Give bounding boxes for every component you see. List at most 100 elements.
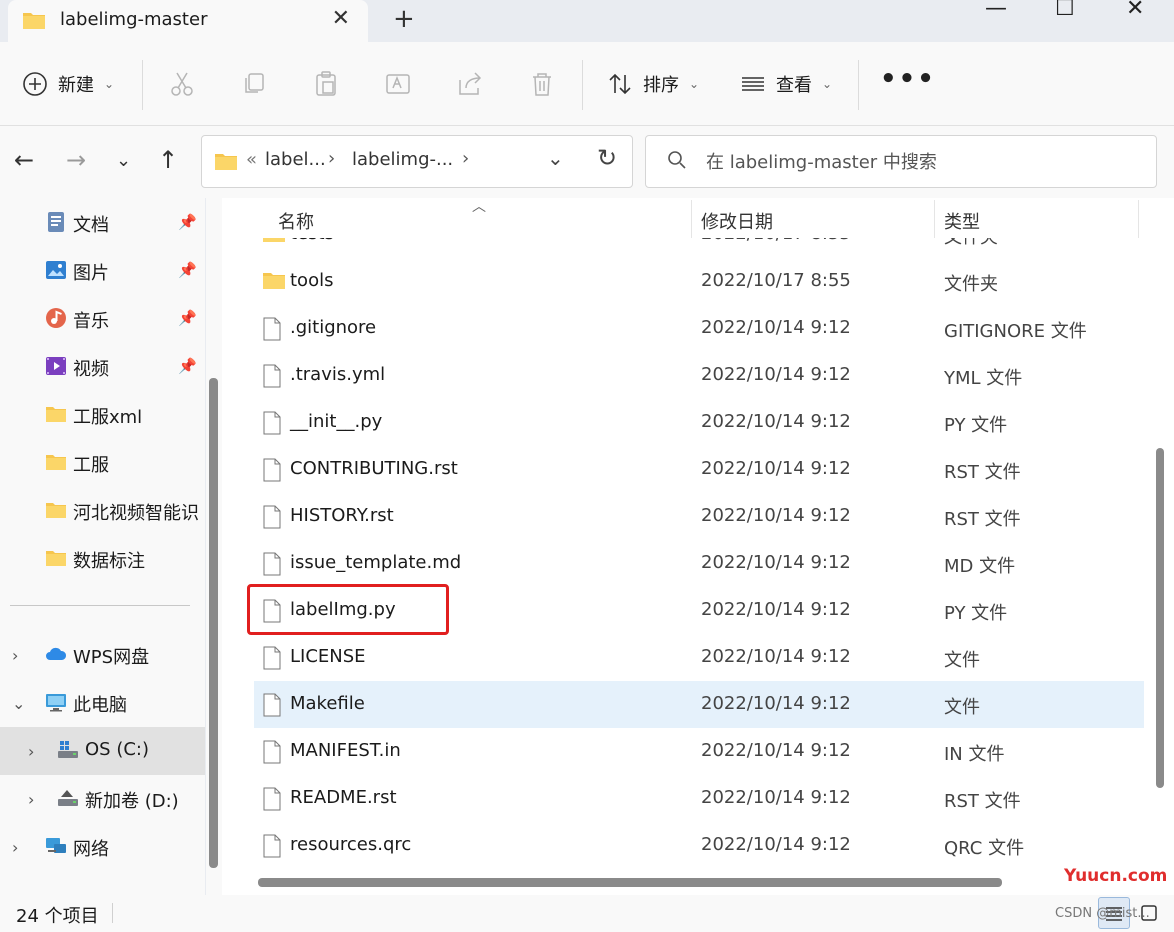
column-divider[interactable]	[934, 200, 935, 238]
file-modified-date: 2022/10/14 9:12	[701, 411, 851, 432]
address-dropdown-icon[interactable]: ⌄	[547, 146, 564, 170]
sidebar-item-folder[interactable]: 工服xml	[0, 391, 205, 439]
file-name: LICENSE	[290, 646, 366, 667]
file-icon	[262, 411, 282, 440]
chevron-right-icon[interactable]: ›	[328, 148, 335, 169]
close-window-button[interactable]: ✕	[1126, 0, 1144, 21]
folder-icon	[46, 503, 66, 518]
sidebar-item-folder[interactable]: 数据标注	[0, 535, 205, 583]
sidebar-item-label: 新加卷 (D:)	[85, 791, 179, 812]
toolbar-divider	[858, 60, 859, 110]
breadcrumb-item[interactable]: labelimg-...	[352, 149, 453, 170]
column-divider[interactable]	[691, 200, 692, 238]
file-row[interactable]: Makefile 2022/10/14 9:12 文件	[254, 681, 1144, 728]
sidebar-item-documents[interactable]: 文档 📌	[0, 199, 205, 247]
pin-icon[interactable]: 📌	[178, 261, 197, 279]
recent-locations-icon[interactable]: ⌄	[116, 150, 131, 171]
scrollbar-thumb[interactable]	[258, 878, 1002, 887]
minimize-button[interactable]: —	[985, 0, 1007, 21]
file-modified-date: 2022/10/14 9:12	[701, 740, 851, 761]
sidebar-item-label: 图片	[73, 263, 109, 284]
window-tab[interactable]: labelimg-master ✕	[8, 0, 368, 42]
breadcrumb-item[interactable]: label...	[265, 149, 326, 170]
close-tab-icon[interactable]: ✕	[332, 6, 350, 31]
file-type: RST 文件	[944, 462, 1021, 483]
title-bar: labelimg-master ✕ + — ☐ ✕	[0, 0, 1174, 42]
forward-arrow-icon[interactable]: →	[66, 146, 86, 174]
chevron-right-icon[interactable]: ›	[12, 646, 18, 665]
folder-icon	[46, 551, 66, 566]
sidebar-item-folder[interactable]: 河北视频智能识	[0, 487, 205, 535]
file-row[interactable]: MANIFEST.in 2022/10/14 9:12 IN 文件	[254, 728, 1144, 775]
chevron-right-icon[interactable]: ›	[28, 742, 34, 761]
refresh-icon[interactable]: ↻	[597, 144, 617, 172]
file-icon	[262, 740, 282, 769]
file-icon	[262, 693, 282, 722]
rename-icon[interactable]	[384, 70, 412, 98]
sidebar-item-drive-d[interactable]: › 新加卷 (D:)	[0, 775, 205, 823]
column-divider[interactable]	[1138, 200, 1139, 238]
file-row[interactable]: __init__.py 2022/10/14 9:12 PY 文件	[254, 399, 1144, 446]
scrollbar-thumb[interactable]	[209, 378, 218, 868]
file-row[interactable]: resources.qrc 2022/10/14 9:12 QRC 文件	[254, 822, 1144, 869]
sidebar-item-this-pc[interactable]: ⌄ 此电脑	[0, 679, 205, 727]
sidebar-item-folder[interactable]: 工服	[0, 439, 205, 487]
horizontal-scrollbar[interactable]	[252, 874, 1152, 892]
new-tab-button[interactable]: +	[393, 4, 415, 34]
vertical-scrollbar[interactable]	[1152, 238, 1170, 878]
file-icon	[262, 787, 282, 816]
pin-icon[interactable]: 📌	[178, 309, 197, 327]
sidebar-scrollbar[interactable]	[206, 198, 222, 895]
sidebar-item-drive-c[interactable]: › OS (C:)	[0, 727, 205, 775]
column-type[interactable]: 类型	[944, 208, 980, 234]
file-row[interactable]: .gitignore 2022/10/14 9:12 GITIGNORE 文件	[254, 305, 1144, 352]
chevron-right-icon[interactable]: ›	[12, 838, 18, 857]
share-icon[interactable]	[456, 70, 484, 98]
sidebar-item-network[interactable]: › 网络	[0, 823, 205, 871]
file-row[interactable]: CONTRIBUTING.rst 2022/10/14 9:12 RST 文件	[254, 446, 1144, 493]
status-bar: 24 个项目	[0, 895, 1174, 932]
more-options-icon[interactable]: •••	[880, 64, 936, 94]
cut-icon[interactable]	[168, 70, 196, 98]
file-row[interactable]: .travis.yml 2022/10/14 9:12 YML 文件	[254, 352, 1144, 399]
pin-icon[interactable]: 📌	[178, 213, 197, 231]
maximize-button[interactable]: ☐	[1055, 0, 1075, 21]
sidebar-item-wps-drive[interactable]: › WPS网盘	[0, 631, 205, 679]
column-name[interactable]: 名称	[278, 208, 314, 234]
sidebar-item-music[interactable]: 音乐 📌	[0, 295, 205, 343]
new-button[interactable]: 新建 ⌄	[22, 42, 114, 126]
sidebar-item-label: WPS网盘	[73, 647, 150, 668]
chevron-right-icon[interactable]: ›	[462, 148, 469, 169]
up-arrow-icon[interactable]: ↑	[158, 146, 178, 174]
view-button[interactable]: 查看 ⌄	[740, 42, 832, 126]
scrollbar-thumb[interactable]	[1156, 448, 1164, 788]
file-row[interactable]: HISTORY.rst 2022/10/14 9:12 RST 文件	[254, 493, 1144, 540]
folder-icon	[46, 455, 66, 470]
delete-icon[interactable]	[528, 70, 556, 98]
navigation-pane: 文档 📌 图片 📌 音乐 📌 视频 📌 工服xml 工服 河北视频智能识 数据标…	[0, 198, 205, 895]
view-list-icon	[742, 77, 764, 91]
paste-icon[interactable]	[312, 70, 340, 98]
file-row[interactable]: issue_template.md 2022/10/14 9:12 MD 文件	[254, 540, 1144, 587]
file-row[interactable]: README.rst 2022/10/14 9:12 RST 文件	[254, 775, 1144, 822]
copy-icon[interactable]	[240, 70, 268, 98]
breadcrumb-overflow[interactable]: «	[246, 149, 257, 170]
file-type: YML 文件	[944, 368, 1023, 389]
sidebar-item-pictures[interactable]: 图片 📌	[0, 247, 205, 295]
sort-button[interactable]: 排序 ⌄	[607, 42, 699, 126]
chevron-down-icon[interactable]: ⌄	[12, 694, 25, 713]
chevron-right-icon[interactable]: ›	[28, 790, 34, 809]
sidebar-item-label: 数据标注	[73, 551, 145, 572]
file-row[interactable]: LICENSE 2022/10/14 9:12 文件	[254, 634, 1144, 681]
file-row[interactable]: tools 2022/10/17 8:55 文件夹	[254, 258, 1144, 305]
sort-button-label: 排序	[643, 75, 679, 96]
search-input[interactable]	[706, 148, 1136, 176]
sidebar-item-label: 此电脑	[73, 695, 127, 716]
pin-icon[interactable]: 📌	[178, 357, 197, 375]
column-modified[interactable]: 修改日期	[701, 208, 773, 234]
sidebar-item-videos[interactable]: 视频 📌	[0, 343, 205, 391]
navigation-bar: ← → ⌄ ↑ « label... › labelimg-... › ⌄ ↻	[0, 126, 1174, 198]
address-bar[interactable]: « label... › labelimg-... › ⌄ ↻	[201, 135, 633, 188]
folder-icon	[23, 13, 45, 29]
back-arrow-icon[interactable]: ←	[14, 146, 34, 174]
